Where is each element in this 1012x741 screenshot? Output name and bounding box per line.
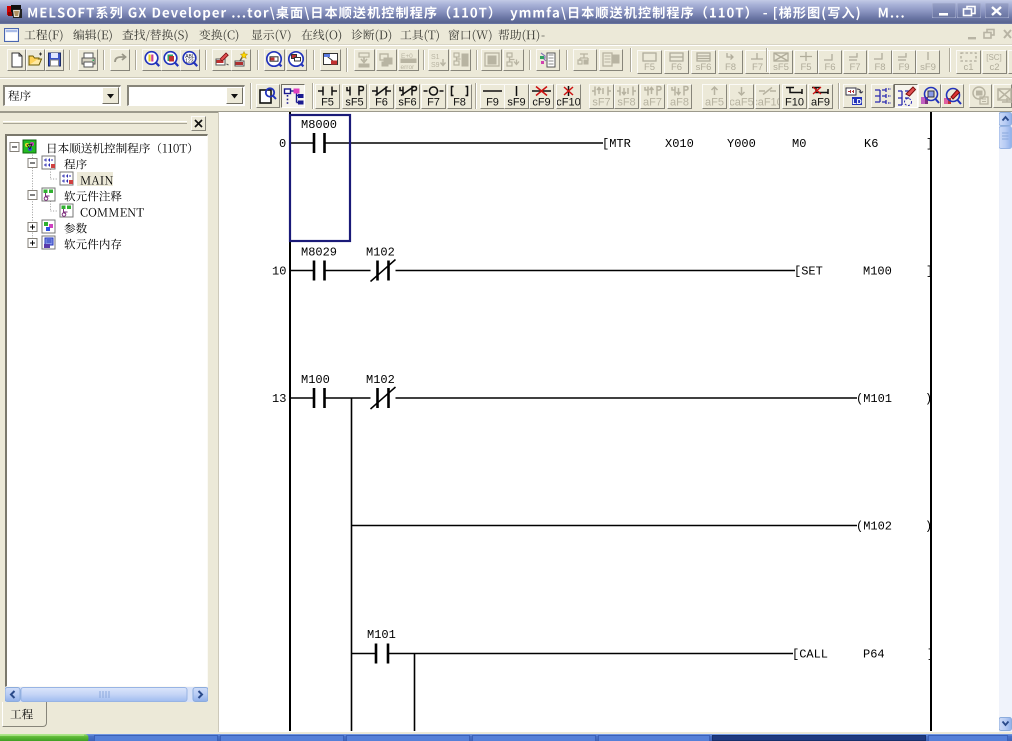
- svg-text:sF5: sF5: [345, 97, 363, 109]
- svg-text:error: error: [401, 64, 416, 70]
- svg-text:]: ]: [926, 137, 933, 151]
- svg-text:F8: F8: [725, 62, 736, 73]
- svg-text:F6: F6: [824, 62, 835, 73]
- svg-text:M100: M100: [301, 373, 330, 387]
- svg-text:F7: F7: [752, 62, 763, 73]
- svg-text:caF5: caF5: [730, 97, 753, 109]
- svg-text:Y000: Y000: [727, 137, 756, 151]
- svg-text:[CALL: [CALL: [792, 648, 828, 662]
- svg-text:P64: P64: [863, 648, 885, 662]
- svg-text:aF8: aF8: [670, 97, 689, 109]
- svg-text:]: ]: [927, 648, 934, 662]
- svg-text:c2: c2: [989, 62, 999, 73]
- svg-text:F5: F5: [800, 62, 811, 73]
- svg-text:sF9: sF9: [920, 62, 936, 73]
- svg-text:[SC]: [SC]: [986, 53, 1002, 62]
- svg-text:F5: F5: [321, 97, 334, 109]
- svg-text:M102: M102: [366, 246, 395, 260]
- svg-text:13: 13: [272, 392, 286, 406]
- svg-text:cF10: cF10: [557, 97, 580, 109]
- svg-text:10: 10: [272, 265, 286, 279]
- svg-text:0: 0: [279, 137, 286, 151]
- svg-text:LD: LD: [852, 99, 861, 106]
- svg-text:sF6: sF6: [696, 62, 712, 73]
- svg-text:sF6: sF6: [398, 97, 416, 109]
- svg-text:sF9: sF9: [507, 97, 525, 109]
- svg-text:K6: K6: [864, 137, 878, 151]
- svg-text:(M102: (M102: [856, 520, 892, 534]
- svg-text:sF8: sF8: [617, 97, 635, 109]
- svg-text:): ): [925, 392, 932, 406]
- svg-text:): ): [925, 520, 932, 534]
- svg-text:F6: F6: [671, 62, 682, 73]
- svg-text:F7: F7: [849, 62, 860, 73]
- svg-text:F7: F7: [427, 97, 440, 109]
- svg-text:F5: F5: [644, 62, 655, 73]
- svg-text:F8: F8: [453, 97, 466, 109]
- svg-text:F9: F9: [898, 62, 909, 73]
- svg-text:M100: M100: [863, 265, 892, 279]
- svg-text:X010: X010: [665, 137, 694, 151]
- svg-text:]: ]: [926, 265, 933, 279]
- svg-text:M8000: M8000: [301, 118, 337, 132]
- svg-text:aF7: aF7: [643, 97, 662, 109]
- svg-text:M101: M101: [367, 628, 396, 642]
- svg-text:c1: c1: [963, 62, 973, 73]
- svg-text:[MTR: [MTR: [602, 137, 631, 151]
- svg-text:(M101: (M101: [856, 392, 892, 406]
- svg-text:S1: S1: [431, 54, 440, 61]
- svg-text:F8: F8: [874, 62, 885, 73]
- svg-text:M0: M0: [792, 137, 806, 151]
- svg-text:sF5: sF5: [773, 62, 789, 73]
- svg-text:S9: S9: [431, 62, 440, 69]
- svg-text:123: 123: [185, 59, 194, 65]
- svg-text:aF9: aF9: [811, 97, 830, 109]
- svg-text:[SET: [SET: [794, 265, 823, 279]
- svg-text:F6: F6: [375, 97, 388, 109]
- svg-text:F9: F9: [486, 97, 499, 109]
- svg-text:aF5: aF5: [705, 97, 724, 109]
- svg-text:sF7: sF7: [592, 97, 610, 109]
- svg-text:M102: M102: [366, 373, 395, 387]
- svg-text:F10: F10: [785, 97, 804, 109]
- svg-text:caF10: caF10: [756, 97, 779, 109]
- svg-text:cF9: cF9: [532, 97, 550, 109]
- svg-text:M8029: M8029: [301, 246, 337, 260]
